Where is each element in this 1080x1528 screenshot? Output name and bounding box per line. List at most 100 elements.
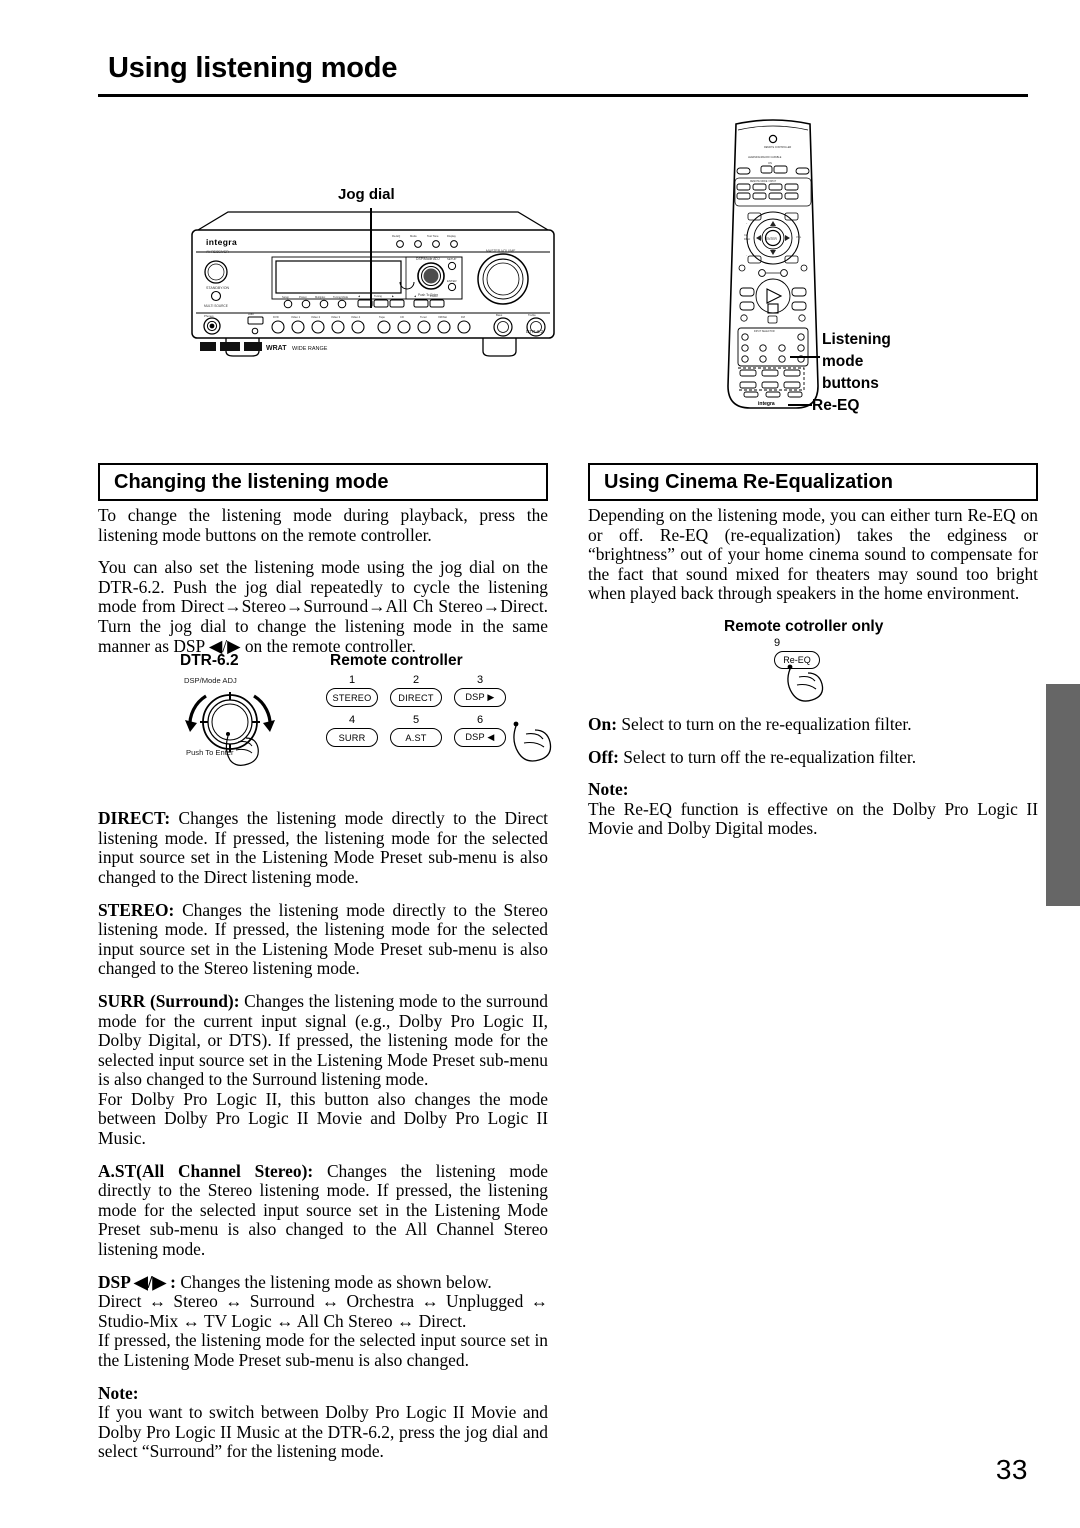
svg-text:Tuning: Tuning xyxy=(374,294,382,298)
svg-text:integra: integra xyxy=(758,401,775,407)
page-number: 33 xyxy=(995,1454,1028,1485)
remote-button-stereo[interactable]: STEREO xyxy=(326,688,378,707)
entry-surr-extra: For Dolby Pro Logic II, this button also… xyxy=(98,1088,548,1149)
entry-stereo: STEREO: Changes the listening mode direc… xyxy=(98,899,548,979)
section-heading-cinema-reeq: Using Cinema Re-Equalization xyxy=(588,463,1038,501)
remote-button-dsp-right[interactable]: DSP ▶ xyxy=(454,688,506,707)
remote-controller-figure: Listening mode buttons Re-EQ REMOTE CONT… xyxy=(718,116,1018,426)
entry-dsp: DSP ◀/▶ : Changes the listening mode as … xyxy=(98,1271,548,1293)
svg-text:Mode: Mode xyxy=(410,234,417,238)
svg-text:MASTER VOLUME: MASTER VOLUME xyxy=(486,249,516,253)
paragraph-intro-2: You can also set the listening mode usin… xyxy=(98,557,548,656)
svg-text:CH: CH xyxy=(744,233,748,237)
svg-text:MULTI SOURCE: MULTI SOURCE xyxy=(204,304,228,308)
svg-text:Preset: Preset xyxy=(299,295,307,299)
entry-text-off: Select to turn off the re-equalization f… xyxy=(618,746,917,767)
svg-text:ON: ON xyxy=(768,161,772,165)
svg-text:REMOTE CONTROLLER: REMOTE CONTROLLER xyxy=(764,146,792,149)
entry-direct: DIRECT: Changes the listening mode direc… xyxy=(98,808,548,887)
entry-term-ast: A.ST(All Channel Stereo): xyxy=(98,1160,314,1181)
svg-text:Video 4: Video 4 xyxy=(351,315,361,319)
button-number-6: 6 xyxy=(476,714,484,726)
svg-text:Video 3: Video 3 xyxy=(331,315,341,319)
svg-text:DISC: DISC xyxy=(744,237,750,241)
note-label-left: Note: xyxy=(98,1382,548,1404)
remote-button-dsp-left[interactable]: DSP ◀ xyxy=(454,728,506,747)
figure-heading-remote-only: Remote cotroller only xyxy=(724,618,884,635)
remote-drawing: REMOTE CONTROLLER LEARNING/MACRO CAPABLE… xyxy=(727,119,819,409)
receiver-front-panel-figure: Jog dial integra AV RECEIVER DTR-6.2 STA… xyxy=(178,186,568,371)
note-label-text: Note: xyxy=(98,1382,139,1403)
entry-ast: A.ST(All Channel Stereo): Changes the li… xyxy=(98,1160,548,1260)
note-text-right: The Re-EQ function is effective on the D… xyxy=(588,798,1038,839)
note-label-text-right: Note: xyxy=(588,779,629,800)
svg-text:▶: ▶ xyxy=(392,295,395,298)
entry-surr: SURR (Surround): Changes the listening m… xyxy=(98,990,548,1090)
svg-text:Setup: Setup xyxy=(282,295,289,299)
svg-text:integra: integra xyxy=(206,237,237,247)
svg-text:FM: FM xyxy=(461,315,466,319)
svg-text:Bass: Bass xyxy=(496,313,503,317)
svg-text:VOL: VOL xyxy=(796,235,802,239)
svg-text:Video 2: Video 2 xyxy=(311,315,321,319)
jog-dial-drawing xyxy=(185,692,275,766)
button-number-3: 3 xyxy=(476,674,484,686)
entry-term-surr: SURR (Surround): xyxy=(98,990,240,1011)
paragraph-intro-1: To change the listening mode during play… xyxy=(98,505,548,545)
entry-term-off: Off: xyxy=(588,746,619,767)
remote-button-surr[interactable]: SURR xyxy=(326,728,378,747)
entry-dsp-chain: Direct ↔ Stereo ↔ Surround ↔ Orchestra ↔… xyxy=(98,1291,548,1331)
svg-text:INPUT SELECTOR: INPUT SELECTOR xyxy=(754,330,775,333)
pointing-hand-icon-reeq xyxy=(787,664,824,702)
reeq-button-figure: Remote cotroller only 9 Re-EQ xyxy=(712,618,1012,704)
svg-text:DSP/Mode ADJ: DSP/Mode ADJ xyxy=(416,257,440,261)
entry-term-dsp: DSP ◀/▶ : xyxy=(98,1271,176,1292)
svg-text:Video 1: Video 1 xyxy=(291,315,301,319)
jog-dial-callout-label: Jog dial xyxy=(338,186,395,203)
svg-text:REMOTE MODE / INPUT: REMOTE MODE / INPUT xyxy=(750,181,777,183)
note-label-right: Note: xyxy=(588,779,1038,800)
svg-text:SETUP: SETUP xyxy=(447,257,456,261)
entry-on: On: Select to turn on the re-equalizatio… xyxy=(588,713,1038,735)
svg-text:CD: CD xyxy=(400,315,404,319)
svg-text:Tuning Mode: Tuning Mode xyxy=(333,295,349,299)
remote-button-direct[interactable]: DIRECT xyxy=(390,688,442,707)
svg-text:ENTER: ENTER xyxy=(447,279,456,283)
entry-term-stereo: STEREO: xyxy=(98,899,175,920)
entry-off: Off: Select to turn off the re-equalizat… xyxy=(588,746,1038,768)
remote-button-allch-stereo[interactable]: A.ST xyxy=(390,728,442,747)
svg-text:XM/Net: XM/Net xyxy=(438,315,447,319)
entry-text-on: Select to turn on the re-equalization fi… xyxy=(617,713,912,734)
section-heading-label: Changing the listening mode xyxy=(114,470,389,493)
reeq-button-number: 9 xyxy=(774,637,781,649)
button-number-2: 2 xyxy=(412,674,420,686)
svg-text:WIDE RANGE: WIDE RANGE xyxy=(292,346,328,352)
figure-heading-dtr: DTR-6.2 xyxy=(180,652,239,669)
svg-text:Multiplex: Multiplex xyxy=(315,295,326,299)
svg-text:STANDBY/ON: STANDBY/ON xyxy=(206,286,230,290)
svg-text:Preset: Preset xyxy=(430,294,438,298)
remote-callout-mode: mode xyxy=(822,353,864,370)
entry-term-direct: DIRECT: xyxy=(98,808,171,829)
remote-callout-listening: Listening xyxy=(822,331,891,348)
svg-text:DVD: DVD xyxy=(273,315,279,319)
svg-text:Re-EQ: Re-EQ xyxy=(392,234,400,238)
svg-text:+: + xyxy=(746,223,748,225)
remote-callout-reeq: Re-EQ xyxy=(812,397,860,414)
svg-text:ENTER: ENTER xyxy=(766,237,778,241)
note-text-left: If you want to switch between Dolby Pro … xyxy=(98,1402,548,1462)
title-rule xyxy=(98,94,1028,97)
button-number-5: 5 xyxy=(412,714,420,726)
svg-text:WRAT: WRAT xyxy=(266,345,287,352)
paragraph-reeq-intro: Depending on the listening mode, you can… xyxy=(588,505,1038,604)
jog-dial-and-remote-buttons-figure: DTR-6.2 Remote controller DSP/Mode ADJ P… xyxy=(170,652,552,772)
section-edge-tab xyxy=(1046,684,1080,906)
button-number-1: 1 xyxy=(348,674,356,686)
entry-term-on: On: xyxy=(588,713,617,734)
svg-text:Treble: Treble xyxy=(528,313,536,317)
section-heading-changing-listening-mode: Changing the listening mode xyxy=(98,463,548,501)
svg-text:Test Tone: Test Tone xyxy=(427,234,439,238)
page-title: Using listening mode xyxy=(108,52,398,84)
svg-text:Phones: Phones xyxy=(204,314,214,318)
entry-text-dsp: Changes the listening mode as shown belo… xyxy=(175,1271,492,1292)
